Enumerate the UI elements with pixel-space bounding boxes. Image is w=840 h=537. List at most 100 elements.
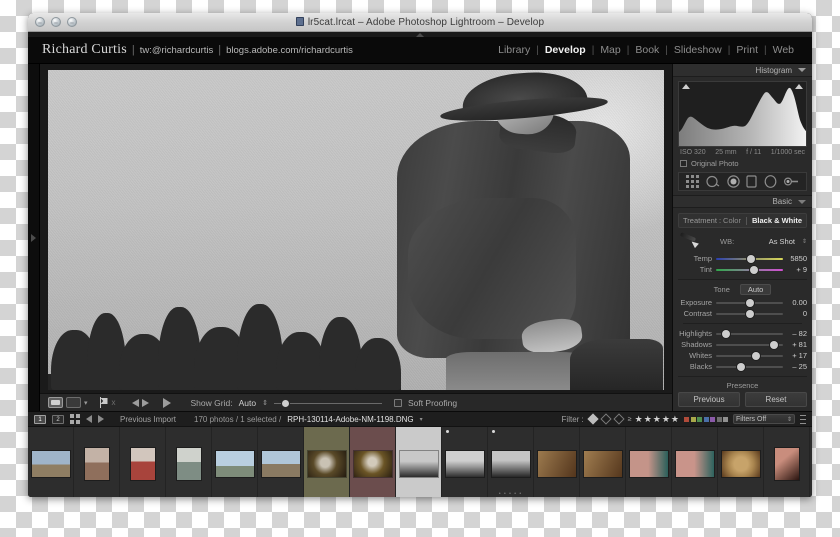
go-back-icon[interactable] [86, 415, 92, 423]
list-item[interactable] [166, 427, 212, 497]
adjustment-brush-icon[interactable] [783, 175, 799, 188]
chevron-down-icon[interactable]: ▾ [84, 399, 88, 407]
filter-switch-icon[interactable] [800, 414, 806, 424]
filter-flag-picked-icon[interactable] [587, 413, 599, 425]
color-label-purple[interactable] [710, 416, 715, 422]
treatment-color-option[interactable]: Color [723, 216, 741, 225]
list-item[interactable] [534, 427, 580, 497]
white-balance-selector-icon[interactable] [678, 232, 700, 250]
filter-color-labels[interactable] [684, 416, 728, 422]
star-icon[interactable]: ★ [644, 414, 652, 424]
rating-operator[interactable]: ≥ [628, 416, 632, 423]
list-item[interactable] [442, 427, 488, 497]
color-label-blue[interactable] [703, 416, 709, 422]
before-after-view-icon[interactable] [66, 397, 81, 408]
red-eye-correction-icon[interactable] [726, 175, 740, 188]
reset-button[interactable]: Reset [745, 392, 807, 407]
star-icon[interactable]: ★ [635, 414, 643, 424]
module-slideshow[interactable]: Slideshow [668, 44, 728, 56]
arrow-left-icon[interactable] [131, 398, 139, 407]
list-item[interactable] [304, 427, 350, 497]
radial-filter-icon[interactable] [764, 175, 777, 188]
crop-overlay-icon[interactable] [686, 175, 700, 188]
slider-value[interactable]: 0 [783, 309, 807, 318]
slider-value[interactable]: + 81 [783, 340, 807, 349]
treatment-black-and-white-option[interactable]: Black & White [752, 216, 802, 225]
list-item[interactable]: • • • • • [488, 427, 534, 497]
star-icon[interactable]: ★ [662, 414, 670, 424]
grid-size-slider[interactable] [273, 398, 382, 408]
filter-preset-select[interactable]: Filters Off ⇕ [733, 414, 795, 424]
list-item[interactable] [718, 427, 764, 497]
previous-button[interactable]: Previous [678, 392, 740, 407]
color-label-custom[interactable] [723, 416, 728, 422]
star-icon[interactable]: ★ [671, 414, 679, 424]
slider-value[interactable]: + 9 [783, 265, 807, 274]
slider-value[interactable]: 5850 [783, 254, 807, 263]
top-panel-edge[interactable] [28, 32, 812, 37]
list-item[interactable] [626, 427, 672, 497]
photo-image[interactable] [48, 70, 664, 390]
filter-flag-rejected-icon[interactable] [613, 413, 624, 424]
slider-value[interactable]: 0.00 [783, 298, 807, 307]
filmstrip-thumbnails[interactable]: • • • • • [28, 427, 812, 497]
slider-shadows[interactable]: Shadows + 81 [678, 339, 807, 350]
slider-contrast[interactable]: Contrast 0 [678, 308, 807, 319]
wb-chevron-icon[interactable]: ⇕ [802, 238, 807, 245]
slider-exposure[interactable]: Exposure 0.00 [678, 297, 807, 308]
slider-tint[interactable]: Tint + 9 [678, 264, 807, 275]
show-grid-value[interactable]: Auto [239, 398, 257, 408]
loupe-view[interactable] [48, 70, 664, 390]
slider-highlights[interactable]: Highlights – 82 [678, 328, 807, 339]
histogram-graph[interactable] [678, 81, 807, 147]
grid-view-icon[interactable] [70, 414, 80, 424]
slider-value[interactable]: – 82 [783, 329, 807, 338]
filter-flag-unflagged-icon[interactable] [600, 413, 611, 424]
list-item[interactable] [28, 427, 74, 497]
color-label-yellow[interactable] [690, 416, 696, 422]
soft-proofing-checkbox[interactable] [393, 398, 402, 407]
histogram-panel-header[interactable]: Histogram [673, 64, 812, 77]
star-icon[interactable]: ★ [653, 414, 661, 424]
module-book[interactable]: Book [629, 44, 665, 56]
slider-blacks[interactable]: Blacks – 25 [678, 361, 807, 372]
color-label-green[interactable] [697, 416, 702, 422]
list-item[interactable] [212, 427, 258, 497]
list-item[interactable] [258, 427, 304, 497]
wb-value[interactable]: As Shot [769, 237, 795, 246]
second-monitor-button[interactable]: 2 [52, 414, 64, 424]
slider-whites[interactable]: Whites + 17 [678, 350, 807, 361]
list-item[interactable] [580, 427, 626, 497]
chevron-down-icon[interactable] [798, 199, 806, 204]
original-photo-row[interactable]: Original Photo [673, 156, 812, 172]
original-photo-checkbox[interactable] [680, 160, 687, 167]
chevron-down-icon[interactable] [798, 68, 806, 72]
go-forward-icon[interactable] [98, 415, 104, 423]
arrow-right-icon[interactable] [141, 398, 149, 407]
list-item[interactable] [764, 427, 810, 497]
list-item[interactable] [120, 427, 166, 497]
slider-value[interactable]: – 25 [783, 362, 807, 371]
module-develop[interactable]: Develop [539, 44, 592, 56]
module-library[interactable]: Library [492, 44, 536, 56]
color-label-none[interactable] [716, 416, 722, 422]
flag-pick-icon[interactable] [98, 397, 109, 408]
slider-temp[interactable]: Temp 5850 [678, 253, 807, 264]
module-print[interactable]: Print [730, 44, 764, 56]
flag-reject-icon[interactable]: x [112, 398, 116, 407]
spot-removal-icon[interactable] [706, 175, 720, 188]
loupe-view-icon[interactable] [48, 397, 63, 408]
slider-value[interactable]: + 17 [783, 351, 807, 360]
identity-plate[interactable]: Richard Curtis | tw:@richardcurtis | blo… [42, 42, 353, 58]
left-panel-collapsed-edge[interactable] [28, 64, 40, 411]
color-label-red[interactable] [684, 416, 689, 422]
list-item[interactable] [672, 427, 718, 497]
main-monitor-button[interactable]: 1 [34, 414, 46, 424]
module-map[interactable]: Map [594, 44, 626, 56]
filmstrip-source[interactable]: Previous Import [120, 415, 176, 424]
impromptu-slideshow-icon[interactable] [162, 397, 171, 408]
list-item[interactable] [74, 427, 120, 497]
basic-panel-header[interactable]: Basic [673, 195, 812, 208]
filter-star-rating[interactable]: ≥ ★ ★ ★ ★ ★ [628, 414, 679, 424]
grid-chevron-icon[interactable]: ⇕ [262, 399, 268, 407]
